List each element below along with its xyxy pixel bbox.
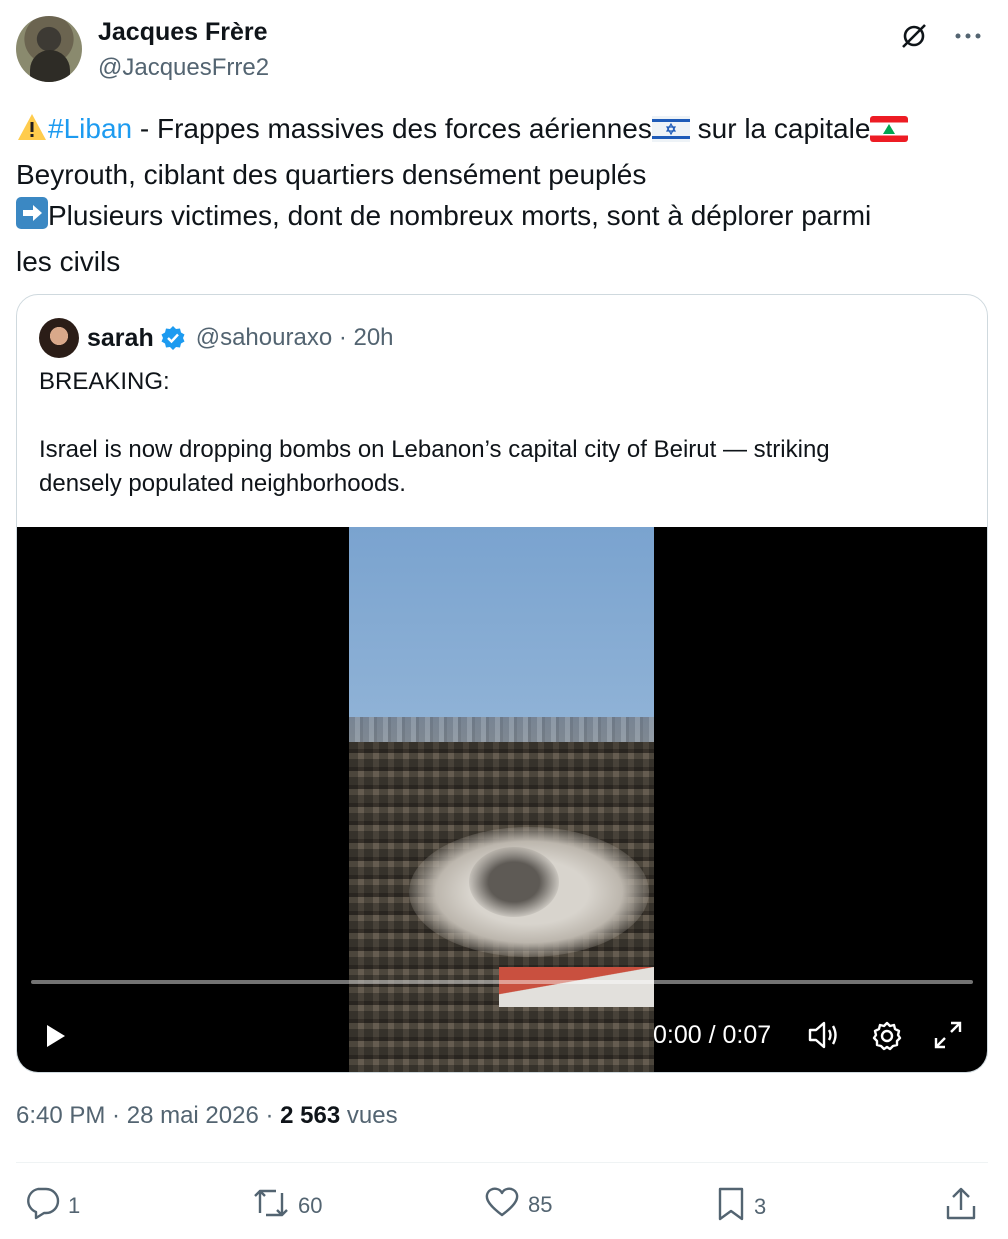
tweet-text: #Liban - Frappes massives des forces aér… (16, 108, 976, 282)
verified-badge-icon (160, 325, 186, 351)
israel-flag-icon (651, 112, 690, 154)
bookmark-count: 3 (754, 1194, 767, 1219)
like-count: 85 (528, 1192, 553, 1217)
tweet-date[interactable]: 28 mai 2026 (127, 1102, 259, 1129)
quoted-name: sarah (87, 323, 154, 352)
video-time: 0:00 / 0:07 (653, 1021, 772, 1049)
grok-icon[interactable] (898, 20, 930, 52)
repost-count: 60 (298, 1193, 323, 1218)
quoted-line3: densely populated neighborhoods. (39, 470, 406, 497)
tweet-line1-a: - Frappes massives des forces aériennes (132, 113, 652, 144)
reply-count: 1 (68, 1193, 81, 1218)
bookmark-button[interactable]: 3 (716, 1186, 766, 1228)
tweet-header: Jacques Frère @JacquesFrre2 (16, 14, 992, 86)
quoted-header: sarah @sahouraxo · 20h (39, 317, 394, 359)
reply-icon (24, 1186, 60, 1226)
tweet-line4: les civils (16, 245, 121, 277)
video-player[interactable]: 0:00 / 0:07 (17, 527, 987, 1072)
bookmark-icon (716, 1186, 746, 1228)
warning-icon (16, 112, 48, 154)
like-button[interactable]: 85 (484, 1186, 552, 1224)
volume-icon[interactable] (807, 1020, 841, 1055)
share-icon (944, 1186, 978, 1228)
meta-separator: · (258, 1102, 281, 1129)
quoted-handle-time: @sahouraxo · 20h (195, 324, 394, 351)
tweet-line1-b: sur la capitale (689, 113, 871, 144)
action-bar: 1 60 85 3 (0, 1180, 1008, 1228)
reply-button[interactable]: 1 (24, 1186, 80, 1226)
video-frame (349, 527, 654, 1072)
quoted-tweet[interactable]: sarah @sahouraxo · 20h BREAKING: Israel … (16, 294, 988, 1073)
right-arrow-icon (16, 197, 48, 241)
divider (16, 1162, 988, 1163)
repost-icon (252, 1186, 290, 1226)
author-handle[interactable]: @JacquesFrre2 (98, 54, 269, 82)
quoted-line1: BREAKING: (39, 368, 170, 395)
heart-icon (484, 1186, 520, 1224)
header-actions (898, 20, 984, 52)
play-icon[interactable] (45, 1023, 67, 1054)
repost-button[interactable]: 60 (252, 1186, 322, 1226)
more-icon[interactable] (952, 20, 984, 52)
tweet-time[interactable]: 6:40 PM (16, 1102, 105, 1129)
tweet-meta: 6:40 PM · 28 mai 2026 · 2 563 vues (16, 1102, 398, 1130)
settings-gear-icon[interactable] (871, 1020, 903, 1057)
share-button[interactable] (944, 1186, 978, 1228)
hashtag-link[interactable]: #Liban (48, 113, 132, 144)
quoted-text: BREAKING: Israel is now dropping bombs o… (39, 365, 959, 501)
views-count: 2 563 (280, 1102, 341, 1129)
tweet-line3: Plusieurs victimes, dont de nombreux mor… (48, 200, 872, 231)
video-controls: 0:00 / 0:07 (17, 1017, 987, 1057)
fullscreen-icon[interactable] (933, 1020, 963, 1055)
author-name[interactable]: Jacques Frère (98, 18, 268, 47)
author-avatar[interactable] (16, 16, 82, 82)
quoted-line2: Israel is now dropping bombs on Lebanon’… (39, 436, 830, 463)
meta-separator: · (105, 1102, 127, 1129)
lebanon-flag-icon (870, 112, 909, 154)
tweet-line2: Beyrouth, ciblant des quartiers densémen… (16, 158, 647, 190)
quoted-avatar (39, 318, 79, 358)
views-label: vues (340, 1102, 398, 1129)
video-progress-bar[interactable] (31, 980, 973, 984)
